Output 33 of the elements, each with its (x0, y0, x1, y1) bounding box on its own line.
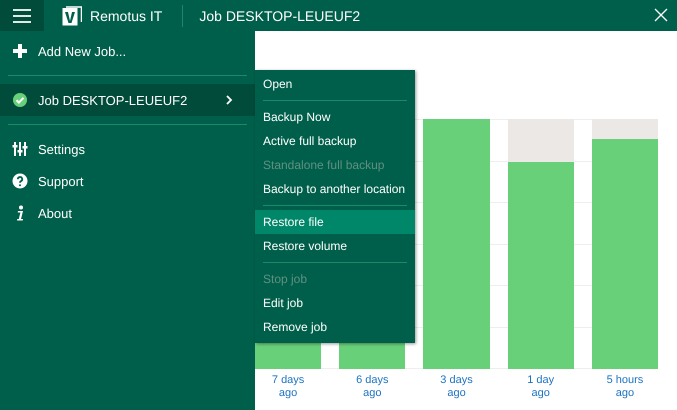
menu-button[interactable] (0, 0, 44, 31)
menu-item[interactable]: Restore volume (255, 234, 415, 258)
sliders-icon (12, 141, 28, 157)
bar-label: ago (616, 387, 634, 400)
bar-label: 5 hours (606, 374, 644, 387)
bar-label: ago (532, 387, 550, 400)
sidebar-item[interactable]: Add New Job... (0, 35, 255, 67)
chevron-icon (225, 95, 233, 105)
plus-icon (12, 43, 28, 59)
menu-icon (13, 8, 31, 22)
menu-item[interactable]: Backup Now (255, 105, 415, 129)
sidebar-item[interactable]: Job DESKTOP-LEUEUF2 (0, 84, 255, 116)
help-icon (12, 173, 28, 189)
menu-item[interactable]: Active full backup (255, 129, 415, 153)
bar-label: 1 day (527, 374, 554, 387)
bar-label: 3 days (440, 374, 473, 387)
bar-label: ago (447, 387, 466, 400)
sidebar-item[interactable]: Support (0, 165, 255, 197)
close-button[interactable] (653, 8, 669, 24)
window-title: Job DESKTOP-LEUEUF2 (199, 8, 362, 24)
sidebar-item[interactable]: Settings (0, 133, 255, 165)
menu-item[interactable]: Backup to another location (255, 177, 415, 201)
bar-label: ago (278, 387, 298, 400)
menu-item[interactable]: Edit job (255, 291, 415, 315)
app-name: Remotus IT (90, 8, 162, 24)
bar-label: 7 days (272, 374, 304, 387)
menu-item[interactable]: Open (255, 72, 415, 96)
menu-item[interactable]: Restore file (255, 210, 415, 234)
bar-label: ago (363, 387, 382, 400)
menu-item[interactable]: Remove job (255, 315, 415, 339)
logo-icon (62, 6, 82, 26)
sidebar-item[interactable]: About (0, 197, 255, 229)
bar-label: 6 days (356, 374, 389, 387)
